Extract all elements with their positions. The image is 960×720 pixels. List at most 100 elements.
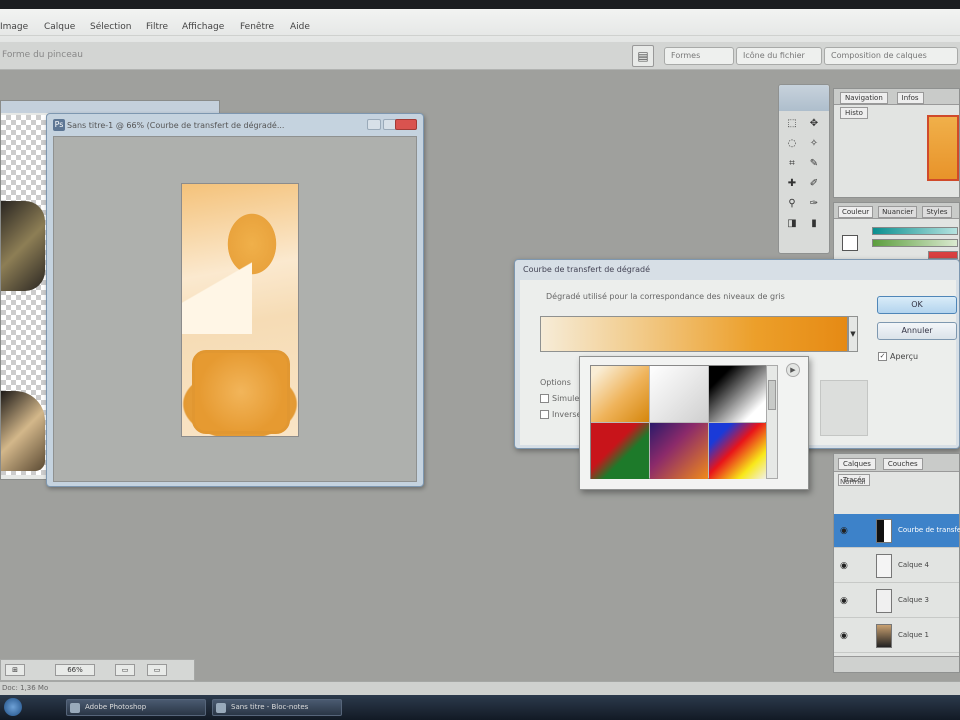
gradient-tool-icon[interactable]: ▮ — [805, 217, 823, 231]
tab-navigation[interactable]: Navigation — [840, 92, 888, 104]
tab-couches[interactable]: Couches — [882, 458, 923, 470]
move-tool-icon[interactable]: ✥ — [805, 117, 823, 131]
layer-comps-field[interactable]: Composition de calques — [824, 47, 958, 65]
gradient-swatch-white[interactable] — [650, 366, 708, 422]
menu-filtre[interactable]: Filtre — [146, 22, 168, 32]
layer-row[interactable]: ◉ Courbe de transfert — [834, 514, 960, 548]
notepad-task-icon — [216, 703, 226, 713]
foreground-color-swatch[interactable] — [842, 235, 858, 251]
visibility-eye-icon[interactable]: ◉ — [840, 561, 848, 571]
tab-calques[interactable]: Calques — [838, 458, 876, 470]
blend-mode-select[interactable]: Normal — [840, 478, 865, 486]
color-slider-3[interactable] — [928, 251, 958, 259]
layer-name: Calque 1 — [898, 631, 929, 639]
dither-option[interactable]: Simuler — [540, 394, 583, 403]
tab-nuancier[interactable]: Nuancier — [878, 206, 918, 218]
preview-checkbox-icon[interactable]: ✓ — [878, 352, 887, 361]
tab-infos[interactable]: Infos — [896, 92, 924, 104]
cancel-button[interactable]: Annuler — [877, 322, 957, 340]
preview-canvas-area[interactable] — [53, 136, 417, 482]
file-icon-field[interactable]: Icône du fichier — [736, 47, 822, 65]
document-title-bar[interactable] — [1, 101, 219, 113]
preview-window-title: Sans titre-1 @ 66% (Courbe de transfert … — [67, 121, 285, 130]
layer-thumbnail — [876, 519, 892, 543]
menu-selection[interactable]: Sélection — [90, 22, 131, 32]
gradient-preview-bar[interactable] — [540, 316, 848, 352]
brush-preset-icon[interactable]: ▤ — [632, 45, 654, 67]
layer-row[interactable]: ◉ Calque 3 — [834, 584, 959, 618]
crop-tool-icon[interactable]: ⌗ — [783, 157, 801, 171]
navigator-thumbnail[interactable] — [927, 115, 959, 181]
menu-fenetre[interactable]: Fenêtre — [240, 22, 274, 32]
preview-document-window[interactable]: Ps Sans titre-1 @ 66% (Courbe de transfe… — [46, 113, 424, 487]
window-top-strip — [0, 0, 960, 9]
stamp-tool-icon[interactable]: ⚲ — [783, 197, 801, 211]
layer-row[interactable]: ◉ Calque 1 — [834, 619, 959, 653]
gradient-dropdown-arrow-icon[interactable]: ▼ — [848, 316, 858, 352]
layer-row[interactable]: ◉ Calque 4 — [834, 549, 959, 583]
eraser-tool-icon[interactable]: ◨ — [783, 217, 801, 231]
gradient-group-label: Dégradé utilisé pour la correspondance d… — [546, 292, 785, 301]
dither-checkbox[interactable] — [540, 394, 549, 403]
menu-divider — [0, 35, 960, 36]
shapes-field[interactable]: Formes — [664, 47, 734, 65]
color-panel: Couleur Nuancier Styles — [833, 202, 960, 262]
status-cell[interactable]: ▭ — [115, 664, 135, 676]
status-cell[interactable]: ▭ — [147, 664, 167, 676]
color-tabs: Couleur Nuancier Styles — [834, 203, 959, 219]
healing-brush-icon[interactable]: ✚ — [783, 177, 801, 191]
dialog-title: Courbe de transfert de dégradé — [523, 265, 651, 274]
gradient-swatch-orange[interactable] — [591, 366, 649, 422]
color-slider-1[interactable] — [872, 227, 958, 235]
ok-button[interactable]: OK — [877, 296, 957, 314]
options-bar: Forme du pinceau ▤ Formes Icône du fichi… — [0, 42, 960, 70]
gradient-swatch-violet-orange[interactable] — [650, 423, 708, 479]
taskbar-button-label: Adobe Photoshop — [85, 703, 147, 711]
status-cell[interactable]: ⊞ — [5, 664, 25, 676]
image-shoulder-area — [182, 254, 252, 334]
close-icon[interactable] — [395, 119, 417, 130]
marquee-tool-icon[interactable]: ⬚ — [783, 117, 801, 131]
menu-aide[interactable]: Aide — [290, 22, 310, 32]
preview-option[interactable]: ✓ Aperçu — [878, 352, 918, 361]
picker-menu-arrow-icon[interactable]: ▶ — [786, 363, 800, 377]
visibility-eye-icon[interactable]: ◉ — [840, 596, 848, 606]
tab-styles[interactable]: Styles — [922, 206, 952, 218]
layers-tabs: Calques Couches Tracés — [834, 454, 959, 486]
slice-tool-icon[interactable]: ✎ — [805, 157, 823, 171]
layer-name: Calque 4 — [898, 561, 929, 569]
reverse-checkbox[interactable] — [540, 410, 549, 419]
menu-affichage[interactable]: Affichage — [182, 22, 224, 32]
visibility-eye-icon[interactable]: ◉ — [840, 631, 848, 641]
photoshop-icon: Ps — [53, 119, 65, 131]
layer-thumbnail — [876, 624, 892, 648]
color-slider-2[interactable] — [872, 239, 958, 247]
tab-histo[interactable]: Histo — [840, 107, 868, 119]
menu-image[interactable]: Image — [0, 22, 28, 32]
gradient-swatch-black-white[interactable] — [709, 366, 767, 422]
magic-wand-icon[interactable]: ✧ — [805, 137, 823, 151]
history-brush-icon[interactable]: ✑ — [805, 197, 823, 211]
swatch-scrollbar[interactable] — [766, 365, 778, 479]
gradient-swatch-grid — [590, 365, 767, 479]
scrollbar-thumb[interactable] — [768, 380, 776, 410]
lasso-tool-icon[interactable]: ◌ — [783, 137, 801, 151]
taskbar-button-notepad[interactable]: Sans titre - Bloc-notes — [212, 699, 342, 716]
brush-tool-icon[interactable]: ✐ — [805, 177, 823, 191]
layer-name: Calque 3 — [898, 596, 929, 604]
tab-couleur[interactable]: Couleur — [838, 206, 874, 218]
menu-calque[interactable]: Calque — [44, 22, 75, 32]
taskbar-button-photoshop[interactable]: Adobe Photoshop — [66, 699, 206, 716]
gradient-swatch-red-green[interactable] — [591, 423, 649, 479]
toolbox-header[interactable] — [779, 85, 829, 111]
gradient-mapped-image[interactable] — [181, 183, 299, 437]
minimize-icon[interactable] — [367, 119, 381, 130]
zoom-level[interactable]: 66% — [55, 664, 95, 676]
start-button-icon[interactable] — [4, 698, 22, 716]
layers-panel: Calques Couches Tracés Normal ◉ Courbe d… — [833, 453, 960, 673]
visibility-eye-icon[interactable]: ◉ — [840, 526, 848, 536]
status-strip: Doc: 1,36 Mo — [0, 681, 960, 695]
navigator-panel: Navigation Infos Histo — [833, 88, 960, 198]
gradient-swatch-spectrum[interactable] — [709, 423, 767, 479]
gradient-picker-popup: ▶ — [579, 356, 809, 490]
